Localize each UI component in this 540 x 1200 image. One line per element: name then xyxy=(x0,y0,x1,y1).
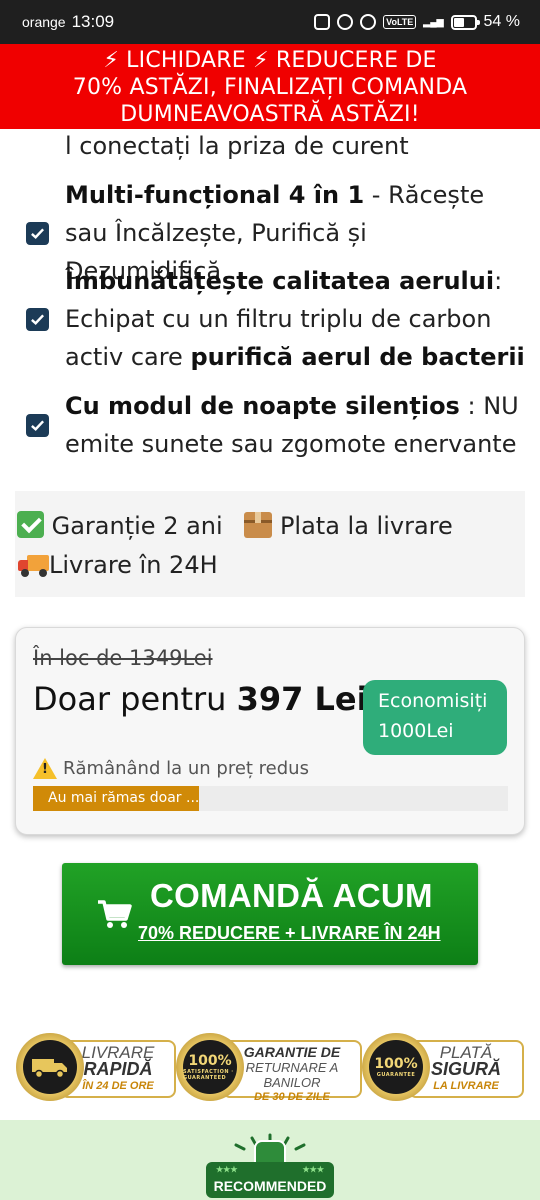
guarantee-line-2: Livrare în 24H xyxy=(17,546,521,585)
guarantee-line-1: Garanție 2 ani Plata la livrare xyxy=(17,507,521,546)
feature-partial-line: l conectați la priza de curent xyxy=(65,132,409,160)
nfc-icon xyxy=(314,14,331,30)
hotspot-icon xyxy=(360,14,377,30)
clock: 13:09 xyxy=(71,12,115,31)
old-price: În loc de 1349Lei xyxy=(33,646,213,670)
status-icons: VoLTE ▂▄▆ 54 % xyxy=(314,13,520,31)
status-bar: orange 13:09 VoLTE ▂▄▆ 54 % xyxy=(0,0,540,44)
checkbox-icon xyxy=(26,221,49,245)
check-emoji-icon xyxy=(17,511,44,538)
banner-line-1: ⚡ LICHIDARE ⚡ REDUCERE DE xyxy=(103,48,437,73)
promo-banner: ⚡ LICHIDARE ⚡ REDUCERE DE 70% ASTĂZI, FI… xyxy=(0,44,540,129)
battery-percent: 54 % xyxy=(483,13,520,30)
banner-line-3: DUMNEAVOASTRĂ ASTĂZI! xyxy=(120,102,420,127)
carrier-label: orange xyxy=(22,14,66,30)
delivery-seal xyxy=(16,1033,84,1101)
package-emoji-icon xyxy=(244,512,273,538)
savings-badge: Economisiți 1000Lei xyxy=(363,680,507,755)
guarantee-seal: 100% GUARANTEE xyxy=(362,1033,430,1101)
guarantee-box: Garanție 2 ani Plata la livrare Livrare … xyxy=(15,491,525,597)
low-stock-warning: ! Rămânând la un preț redus xyxy=(33,758,309,779)
feature-text: Cu modul de noapte silențios : NU emite … xyxy=(65,392,519,458)
price-card: În loc de 1349Lei Doar pentru 397 Lei Ec… xyxy=(15,627,525,835)
feature-item: Îmbunătățește calitatea aerului: Echipat… xyxy=(26,262,536,376)
stock-progress-bar: Au mai rămas doar ... xyxy=(33,786,200,811)
current-price: Doar pentru 397 Lei xyxy=(33,680,368,718)
battery-icon xyxy=(450,14,480,30)
alarm-icon xyxy=(337,14,354,30)
warning-icon: ! xyxy=(33,758,57,779)
volte-icon: VoLTE xyxy=(383,15,417,29)
cta-sub-label: 70% REDUCERE + LIVRARE ÎN 24H xyxy=(138,923,441,943)
cart-icon xyxy=(98,900,132,928)
stock-progress-track: Au mai rămas doar ... xyxy=(33,786,508,811)
checkbox-icon xyxy=(26,413,49,437)
cta-main-label: COMANDĂ ACUM xyxy=(150,877,433,914)
delivery-text: Livrare în 24H xyxy=(49,551,218,579)
banner-line-2: 70% ASTĂZI, FINALIZAȚI COMANDA xyxy=(72,75,468,100)
delivery-truck-icon xyxy=(32,1059,67,1078)
warranty-text: Garanție 2 ani xyxy=(44,512,223,540)
order-now-button[interactable]: COMANDĂ ACUM 70% REDUCERE + LIVRARE ÎN 2… xyxy=(62,863,478,965)
feature-text: Îmbunătățește calitatea aerului: Echipat… xyxy=(65,267,525,371)
fast-delivery-badge: LIVRARE RAPIDĂ ÎN 24 DE ORE xyxy=(16,1033,176,1101)
secure-payment-badge: PLATĂ SIGURĂ LA LIVRARE 100% GUARANTEE xyxy=(362,1033,524,1101)
checkbox-icon xyxy=(26,307,49,331)
feature-item: Cu modul de noapte silențios : NU emite … xyxy=(26,387,536,463)
money-back-badge: GARANTIE DE RETURNARE A BANILOR DE 30 DE… xyxy=(176,1033,364,1103)
satisfaction-seal: 100% SATISFACTION · GUARANTEED xyxy=(176,1033,244,1101)
payment-text: Plata la livrare xyxy=(272,512,453,540)
signal-icon: ▂▄▆ xyxy=(423,16,444,27)
recommended-badge: ★★★ ★★★ RECOMMENDED xyxy=(206,1162,334,1198)
truck-emoji-icon xyxy=(17,553,49,577)
